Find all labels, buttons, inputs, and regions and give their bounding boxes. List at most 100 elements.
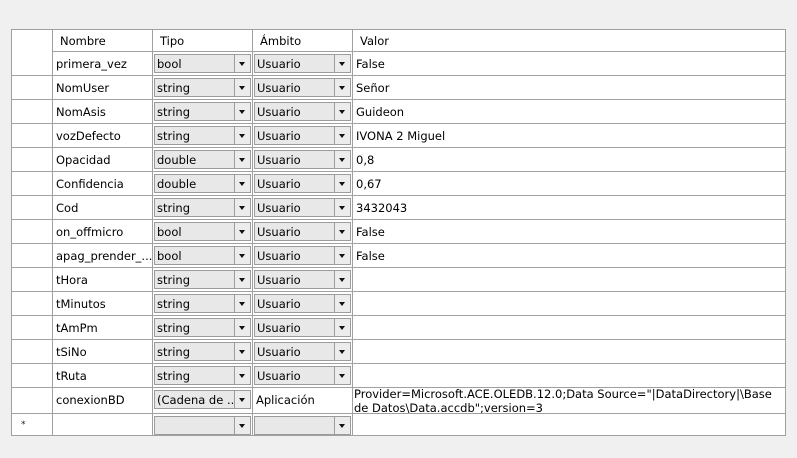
row-selector[interactable] xyxy=(12,220,53,244)
scope-cell[interactable]: Usuario xyxy=(253,340,353,364)
type-select[interactable]: string xyxy=(154,318,251,337)
scope-select[interactable]: Usuario xyxy=(254,126,351,145)
chevron-down-icon[interactable] xyxy=(234,79,250,96)
value-cell[interactable] xyxy=(353,316,785,340)
row-selector[interactable] xyxy=(12,196,53,220)
scope-cell[interactable]: Usuario xyxy=(253,292,353,316)
scope-cell[interactable]: Usuario xyxy=(253,76,353,100)
chevron-down-icon[interactable] xyxy=(234,367,250,384)
type-cell[interactable]: string xyxy=(153,268,253,292)
table-row[interactable]: Opacidad double Usuario 0,8 xyxy=(12,148,785,172)
chevron-down-icon[interactable] xyxy=(334,127,350,144)
scope-select[interactable]: Usuario xyxy=(254,54,351,73)
table-row[interactable]: NomUser string Usuario Señor xyxy=(12,76,785,100)
type-cell[interactable]: string xyxy=(153,292,253,316)
chevron-down-icon[interactable] xyxy=(334,343,350,360)
chevron-down-icon[interactable] xyxy=(334,103,350,120)
chevron-down-icon[interactable] xyxy=(334,175,350,192)
value-cell[interactable]: Provider=Microsoft.ACE.OLEDB.12.0;Data S… xyxy=(353,388,785,414)
chevron-down-icon[interactable] xyxy=(234,151,250,168)
chevron-down-icon[interactable] xyxy=(234,417,250,434)
table-row[interactable]: tSiNo string Usuario xyxy=(12,340,785,364)
value-cell[interactable] xyxy=(353,268,785,292)
table-row[interactable]: Confidencia double Usuario 0,67 xyxy=(12,172,785,196)
table-row[interactable]: tRuta string Usuario xyxy=(12,364,785,388)
scope-cell[interactable]: Usuario xyxy=(253,172,353,196)
scope-cell[interactable]: Usuario xyxy=(253,196,353,220)
scope-cell[interactable]: Aplicación xyxy=(253,388,353,414)
scope-select[interactable]: Usuario xyxy=(254,294,351,313)
scope-cell[interactable]: Usuario xyxy=(253,316,353,340)
chevron-down-icon[interactable] xyxy=(234,55,250,72)
name-cell[interactable]: tAmPm xyxy=(53,316,153,340)
value-cell[interactable]: False xyxy=(353,52,785,76)
chevron-down-icon[interactable] xyxy=(234,343,250,360)
chevron-down-icon[interactable] xyxy=(334,247,350,264)
row-selector[interactable] xyxy=(12,388,53,414)
scope-cell[interactable]: Usuario xyxy=(253,364,353,388)
row-selector[interactable] xyxy=(12,76,53,100)
row-selector[interactable] xyxy=(12,148,53,172)
type-select[interactable]: string xyxy=(154,102,251,121)
value-cell[interactable]: 0,8 xyxy=(353,148,785,172)
type-select[interactable]: string xyxy=(154,78,251,97)
type-select[interactable]: double xyxy=(154,174,251,193)
scope-cell[interactable]: Usuario xyxy=(253,100,353,124)
row-selector[interactable] xyxy=(12,100,53,124)
name-cell[interactable]: tSiNo xyxy=(53,340,153,364)
value-cell[interactable]: Señor xyxy=(353,76,785,100)
scope-select[interactable] xyxy=(254,416,351,435)
chevron-down-icon[interactable] xyxy=(334,367,350,384)
type-cell[interactable]: string xyxy=(153,316,253,340)
chevron-down-icon[interactable] xyxy=(334,151,350,168)
name-cell[interactable]: Cod xyxy=(53,196,153,220)
name-cell[interactable]: Opacidad xyxy=(53,148,153,172)
scope-cell[interactable] xyxy=(253,414,353,435)
type-select[interactable]: string xyxy=(154,294,251,313)
row-selector[interactable] xyxy=(12,124,53,148)
chevron-down-icon[interactable] xyxy=(234,175,250,192)
name-cell[interactable] xyxy=(53,414,153,435)
value-cell[interactable]: 3432043 xyxy=(353,196,785,220)
chevron-down-icon[interactable] xyxy=(234,223,250,240)
type-select[interactable]: bool xyxy=(154,222,251,241)
chevron-down-icon[interactable] xyxy=(334,199,350,216)
type-cell[interactable]: bool xyxy=(153,220,253,244)
type-select[interactable]: bool xyxy=(154,54,251,73)
row-selector[interactable] xyxy=(12,292,53,316)
table-row[interactable]: tAmPm string Usuario xyxy=(12,316,785,340)
chevron-down-icon[interactable] xyxy=(334,55,350,72)
row-selector[interactable] xyxy=(12,172,53,196)
scope-select[interactable]: Usuario xyxy=(254,78,351,97)
name-cell[interactable]: vozDefecto xyxy=(53,124,153,148)
chevron-down-icon[interactable] xyxy=(234,295,250,312)
row-selector[interactable] xyxy=(12,316,53,340)
type-cell[interactable]: string xyxy=(153,76,253,100)
column-header-scope[interactable]: Ámbito xyxy=(253,30,353,52)
value-cell[interactable] xyxy=(353,414,785,435)
type-select[interactable]: string xyxy=(154,342,251,361)
type-cell[interactable]: string xyxy=(153,124,253,148)
table-row[interactable]: vozDefecto string Usuario IVONA 2 Miguel xyxy=(12,124,785,148)
name-cell[interactable]: on_offmicro xyxy=(53,220,153,244)
name-cell[interactable]: Confidencia xyxy=(53,172,153,196)
table-row[interactable]: on_offmicro bool Usuario False xyxy=(12,220,785,244)
name-cell[interactable]: tHora xyxy=(53,268,153,292)
value-cell[interactable] xyxy=(353,340,785,364)
type-select[interactable]: string xyxy=(154,270,251,289)
chevron-down-icon[interactable] xyxy=(334,271,350,288)
column-header-name[interactable]: Nombre xyxy=(53,30,153,52)
scope-select[interactable]: Usuario xyxy=(254,318,351,337)
table-row[interactable]: apag_prender_... bool Usuario False xyxy=(12,244,785,268)
type-select[interactable] xyxy=(154,416,251,435)
name-cell[interactable]: conexionBD xyxy=(53,388,153,414)
chevron-down-icon[interactable] xyxy=(234,127,250,144)
type-select[interactable]: (Cadena de ... xyxy=(154,390,251,409)
value-cell[interactable]: IVONA 2 Miguel xyxy=(353,124,785,148)
chevron-down-icon[interactable] xyxy=(334,417,350,434)
type-select[interactable]: bool xyxy=(154,246,251,265)
type-select[interactable]: string xyxy=(154,126,251,145)
type-cell[interactable]: bool xyxy=(153,52,253,76)
value-cell[interactable]: 0,67 xyxy=(353,172,785,196)
type-cell[interactable] xyxy=(153,414,253,435)
